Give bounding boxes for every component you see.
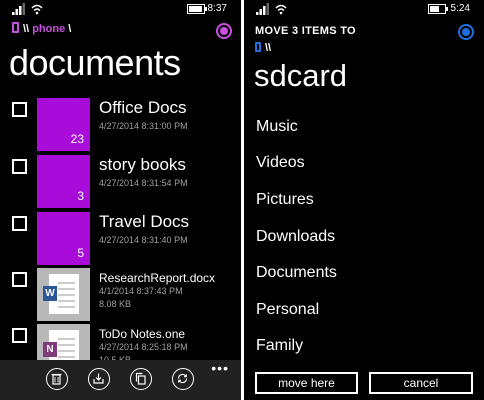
item-name: ResearchReport.docx <box>99 271 216 285</box>
status-bar: 5:24 <box>244 0 484 18</box>
page-title: documents <box>9 42 181 83</box>
breadcrumb-root[interactable]: \\ <box>265 42 271 54</box>
folder-item-personal[interactable]: Personal <box>256 301 319 319</box>
wifi-icon <box>31 4 43 15</box>
item-date: 4/27/2014 8:31:00 PM <box>99 121 188 131</box>
phone-icon <box>255 42 261 52</box>
item-name: Travel Docs <box>99 212 190 231</box>
item-date: 4/27/2014 8:31:40 PM <box>99 235 188 245</box>
move-here-button[interactable]: move here <box>255 372 358 394</box>
item-name: Office Docs <box>99 98 187 117</box>
breadcrumb[interactable]: \\ phone \ <box>12 22 71 35</box>
item-count: 3 <box>77 189 84 203</box>
list-item[interactable]: 23 Office Docs 4/27/2014 8:31:00 PM <box>0 98 241 158</box>
item-size: 8.08 KB <box>99 299 132 309</box>
sync-icon[interactable] <box>458 24 474 40</box>
item-checkbox[interactable] <box>12 102 27 117</box>
signal-icon <box>12 3 25 15</box>
word-badge: W <box>43 286 57 301</box>
folder-item-music[interactable]: Music <box>256 118 298 136</box>
move-button[interactable] <box>88 368 110 390</box>
breadcrumb-phone[interactable]: phone <box>32 23 65 35</box>
folder-tile[interactable]: 5 <box>37 212 90 265</box>
copy-icon <box>135 372 146 385</box>
item-name: story books <box>99 155 186 174</box>
breadcrumb[interactable]: \\ <box>255 42 271 54</box>
move-items-screen: 5:24 MOVE 3 ITEMS TO \\ sdcard Music Vid… <box>244 0 484 400</box>
battery-icon <box>187 4 207 14</box>
list-item[interactable]: W ResearchReport.docx 4/1/2014 8:37:43 P… <box>0 268 241 328</box>
copy-button[interactable] <box>130 368 152 390</box>
move-header: MOVE 3 ITEMS TO <box>255 25 356 37</box>
folder-item-videos[interactable]: Videos <box>256 154 305 172</box>
sync-button[interactable] <box>172 368 194 390</box>
item-date: 4/27/2014 8:31:54 PM <box>99 178 188 188</box>
phone-icon <box>12 22 19 33</box>
item-checkbox[interactable] <box>12 272 27 287</box>
status-bar: 8:37 <box>0 0 241 18</box>
item-count: 5 <box>77 246 84 260</box>
folder-item-downloads[interactable]: Downloads <box>256 228 335 246</box>
status-time: 8:37 <box>207 3 227 14</box>
folder-item-pictures[interactable]: Pictures <box>256 191 314 209</box>
move-icon <box>93 373 104 384</box>
item-count: 23 <box>70 132 84 146</box>
sync-refresh-icon <box>177 373 188 384</box>
document-thumbnail[interactable]: W <box>37 268 90 321</box>
item-checkbox[interactable] <box>12 216 27 231</box>
folder-tile[interactable]: 3 <box>37 155 90 208</box>
item-date: 4/27/2014 8:25:18 PM <box>99 342 188 352</box>
sync-icon[interactable] <box>216 23 232 39</box>
list-item[interactable]: 3 story books 4/27/2014 8:31:54 PM <box>0 155 241 215</box>
folder-tile[interactable]: 23 <box>37 98 90 151</box>
item-checkbox[interactable] <box>12 159 27 174</box>
more-options-button[interactable]: ••• <box>211 360 229 376</box>
status-time: 5:24 <box>450 3 470 14</box>
folder-item-documents[interactable]: Documents <box>256 264 337 282</box>
app-bar: ••• <box>0 360 241 400</box>
folder-item-family[interactable]: Family <box>256 337 303 355</box>
wifi-icon <box>275 4 287 15</box>
battery-icon <box>428 4 448 14</box>
documents-screen: 8:37 \\ phone \ documents 23 Office Docs… <box>0 0 241 400</box>
delete-button[interactable] <box>46 368 68 390</box>
delete-icon <box>51 373 62 385</box>
onenote-badge: N <box>43 342 57 357</box>
cancel-button[interactable]: cancel <box>369 372 473 394</box>
list-item[interactable]: 5 Travel Docs 4/27/2014 8:31:40 PM <box>0 212 241 272</box>
signal-icon <box>256 3 269 15</box>
item-checkbox[interactable] <box>12 328 27 343</box>
item-name: ToDo Notes.one <box>99 327 186 341</box>
item-date: 4/1/2014 8:37:43 PM <box>99 286 183 296</box>
page-title: sdcard <box>254 58 348 93</box>
